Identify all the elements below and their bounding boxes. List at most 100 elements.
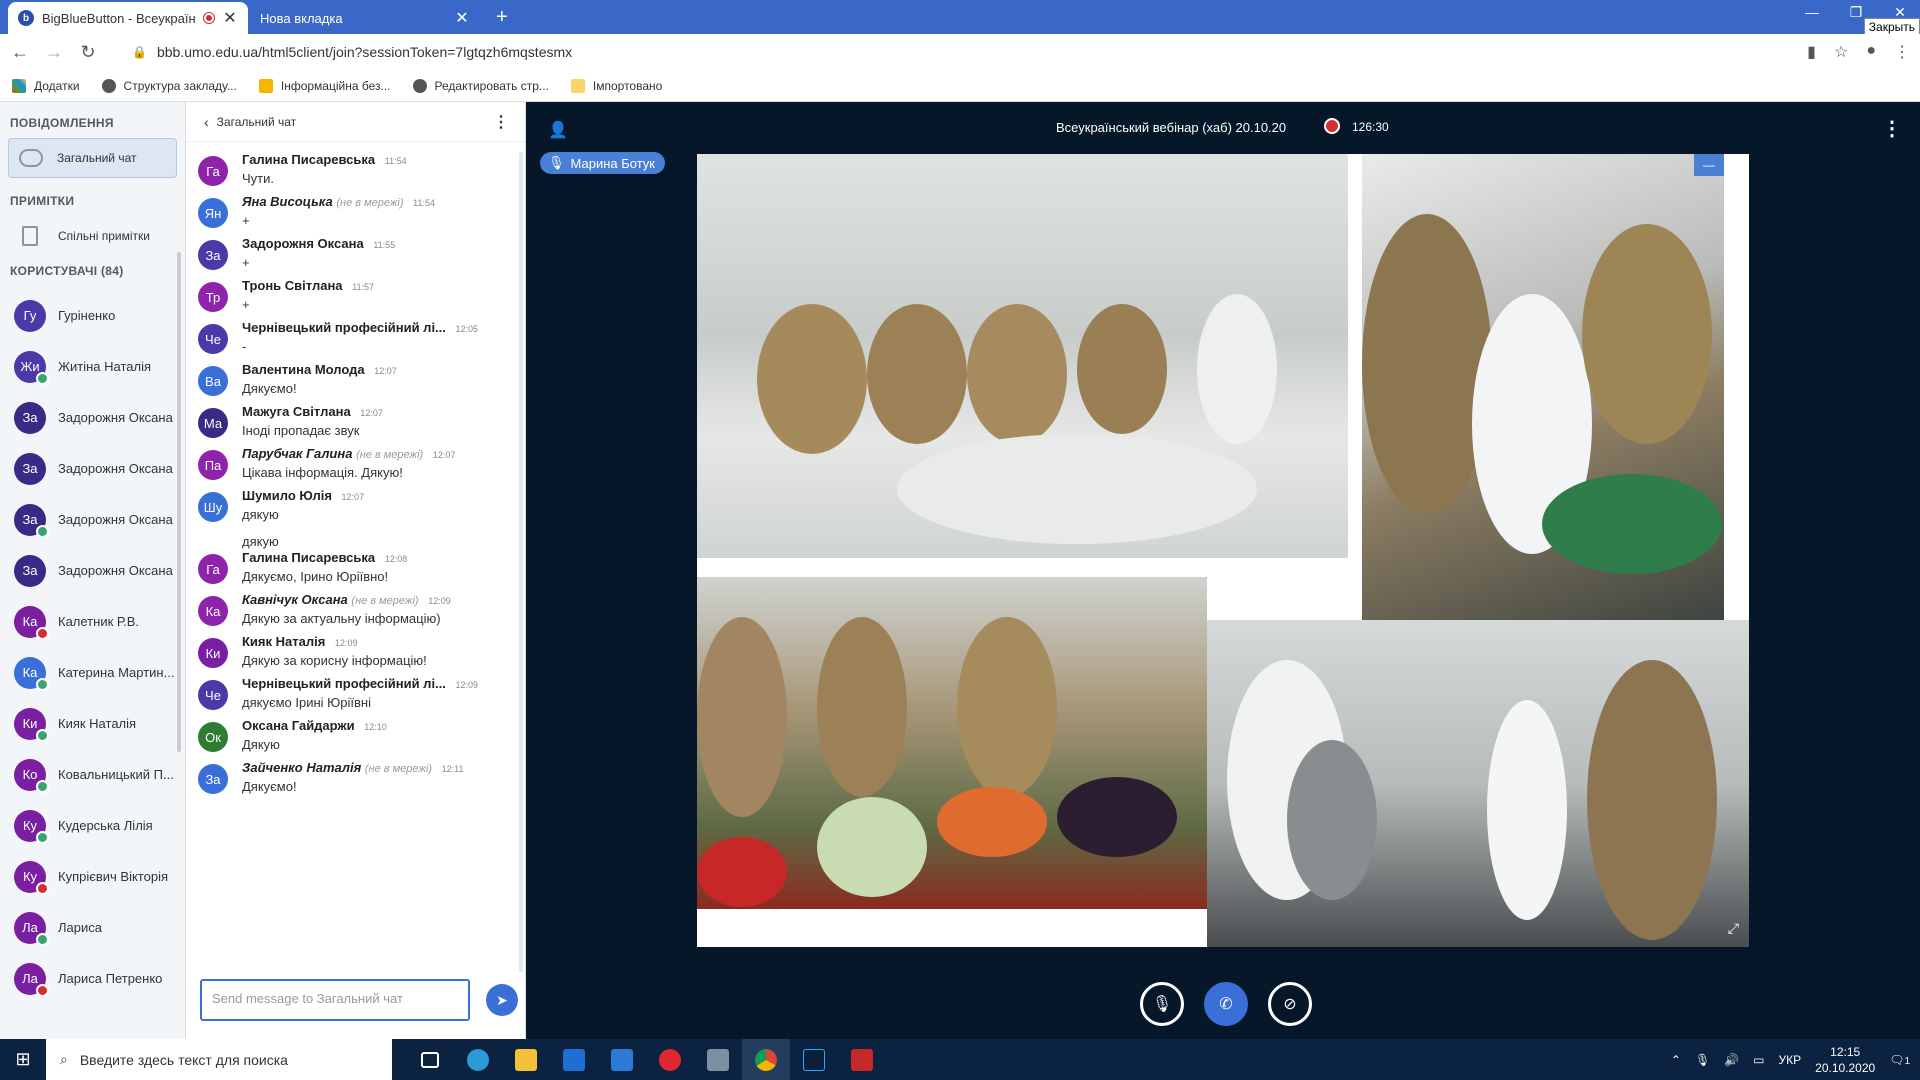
user-row[interactable]: Ко Ковальницький П... xyxy=(0,749,185,800)
chat-scrollbar[interactable] xyxy=(519,152,523,972)
message-text: Іноді пропадає звук xyxy=(242,423,360,438)
menu-icon[interactable]: ⋮ xyxy=(1894,42,1910,62)
network-icon[interactable]: ▭ xyxy=(1753,1053,1764,1067)
avatar: Ва xyxy=(198,366,228,396)
clock[interactable]: 12:15 20.10.2020 xyxy=(1815,1044,1875,1076)
task-view-icon[interactable] xyxy=(406,1039,454,1080)
user-row[interactable]: За Задорожня Оксана xyxy=(0,392,185,443)
avatar: Ка xyxy=(14,656,49,691)
recording-indicator-icon[interactable] xyxy=(1324,118,1340,134)
profile-icon[interactable]: ● xyxy=(1866,42,1876,62)
user-row[interactable]: Ки Кияк Наталія xyxy=(0,698,185,749)
tab-new[interactable]: Нова вкладка ✕ xyxy=(250,2,480,34)
user-row[interactable]: Ку Купрієвич Вікторія xyxy=(0,851,185,902)
user-row[interactable]: За Задорожня Оксана xyxy=(0,545,185,596)
fullscreen-icon[interactable]: ⤢ xyxy=(1728,920,1739,937)
notifications-icon[interactable]: 🗨1 xyxy=(1889,1053,1910,1067)
user-row[interactable]: Ка Калетник Р.В. xyxy=(0,596,185,647)
microphone-tray-icon[interactable]: 🎙 xyxy=(1695,1053,1710,1067)
offline-note: (не в мережі) xyxy=(336,197,404,209)
user-row[interactable]: Ла Лариса xyxy=(0,902,185,953)
message-time: 12:11 xyxy=(441,764,464,774)
chat-header: ‹ Загальний чат ⋮ xyxy=(186,102,525,142)
message-text: Цікава інформація. Дякую! xyxy=(242,465,403,480)
close-tab-icon[interactable]: ✕ xyxy=(222,8,238,28)
tab-title: BigBlueButton - Всеукраїнсь xyxy=(42,10,196,26)
system-tray: ⌃ 🎙 🔊 ▭ УКР 12:15 20.10.2020 🗨1 xyxy=(1671,1039,1910,1080)
session-title: Всеукраїнський вебінар (хаб) 20.10.20 xyxy=(1056,120,1287,135)
user-row[interactable]: За Задорожня Оксана xyxy=(0,443,185,494)
bookmark-item[interactable]: Редактировать стр... xyxy=(412,78,549,93)
photoshop-icon[interactable] xyxy=(790,1039,838,1080)
public-chat-item[interactable]: Загальний чат xyxy=(8,138,177,178)
chat-message: За Зайченко Наталія (не в мережі) 12:11 … xyxy=(186,760,516,794)
avatar: За xyxy=(198,764,228,794)
user-row[interactable]: За Задорожня Оксана xyxy=(0,494,185,545)
message-text: дякуємо Ірині Юріївні xyxy=(242,695,371,710)
bookmark-label: Інформаційна без... xyxy=(280,78,391,93)
app-icon[interactable] xyxy=(838,1039,886,1080)
bigbluebutton-favicon-icon: b xyxy=(18,10,34,26)
url-field[interactable]: 🔒 bbb.umo.edu.ua/html5client/join?sessio… xyxy=(132,44,572,60)
remote-desktop-icon[interactable] xyxy=(694,1039,742,1080)
chat-options-icon[interactable]: ⋮ xyxy=(493,112,509,132)
chat-message: Ма Мажуга Світлана 12:07 Іноді пропадає … xyxy=(186,404,516,438)
user-list-toggle-icon[interactable]: 👤 xyxy=(548,120,568,140)
language-indicator[interactable]: УКР xyxy=(1779,1053,1802,1067)
apps-grid-icon xyxy=(12,78,26,93)
new-tab-icon[interactable]: + xyxy=(496,6,508,29)
leave-audio-button[interactable]: ✆ xyxy=(1204,982,1248,1026)
chrome-icon[interactable] xyxy=(742,1039,790,1080)
user-row[interactable]: Гу Гуріненко xyxy=(0,290,185,341)
user-list-scrollbar[interactable] xyxy=(177,252,181,752)
shared-notes-item[interactable]: Спільні примітки xyxy=(8,216,177,256)
lock-icon: 🔒 xyxy=(132,45,147,59)
share-webcam-button[interactable]: ⊘ xyxy=(1268,982,1312,1026)
user-row[interactable]: Ла Лариса Петренко xyxy=(0,953,185,1004)
bookmark-item[interactable]: Інформаційна без... xyxy=(258,78,391,93)
taskbar-search[interactable]: ⌕ Введите здесь текст для поиска xyxy=(46,1039,392,1080)
bookmark-apps[interactable]: Додатки xyxy=(12,78,80,93)
forward-icon[interactable]: → xyxy=(40,42,68,63)
close-tab-icon[interactable]: ✕ xyxy=(454,8,470,28)
bookmark-label: Структура закладу... xyxy=(123,78,237,93)
tray-arrow-icon[interactable]: ⌃ xyxy=(1671,1053,1681,1067)
sender-name: Яна Висоцька xyxy=(242,194,333,209)
minimize-window-icon[interactable]: — xyxy=(1792,4,1832,20)
tab-bigbluebutton[interactable]: b BigBlueButton - Всеукраїнсь ✕ xyxy=(8,2,248,34)
mail-icon[interactable] xyxy=(598,1039,646,1080)
edge-icon[interactable] xyxy=(454,1039,502,1080)
bookmark-item[interactable]: Структура закладу... xyxy=(101,78,237,93)
user-name: Задорожня Оксана xyxy=(58,512,173,527)
send-icon: ➤ xyxy=(496,991,508,1008)
star-icon[interactable]: ☆ xyxy=(1834,42,1848,62)
avatar: Ка xyxy=(198,596,228,626)
bookmark-folder[interactable]: Імпортовано xyxy=(570,78,662,93)
message-time: 12:09 xyxy=(455,680,479,690)
avatar: Ок xyxy=(198,722,228,752)
chat-message-input[interactable]: Send message to Загальний чат xyxy=(200,979,470,1021)
current-speaker-badge: 🎙 Марина Ботук xyxy=(540,152,665,174)
file-explorer-icon[interactable] xyxy=(502,1039,550,1080)
back-chevron-icon[interactable]: ‹ xyxy=(204,114,209,130)
camera-icon[interactable]: ▮ xyxy=(1807,42,1816,62)
send-message-button[interactable]: ➤ xyxy=(486,984,518,1016)
mute-microphone-button[interactable]: 🎙 xyxy=(1140,982,1184,1026)
user-row[interactable]: Жи Житіна Наталія xyxy=(0,341,185,392)
volume-icon[interactable]: 🔊 xyxy=(1724,1053,1739,1067)
user-row[interactable]: Ку Кудерська Лілія xyxy=(0,800,185,851)
globe-icon xyxy=(101,78,116,93)
presentation-slide[interactable]: — ⤢ xyxy=(697,154,1749,947)
chat-messages: Га Галина Писаревська 11:54 Чути. Ян Яна… xyxy=(186,142,526,972)
notes-heading: ПРИМІТКИ xyxy=(10,194,75,208)
store-icon[interactable] xyxy=(550,1039,598,1080)
message-header: Оксана Гайдаржи 12:10 xyxy=(242,718,387,733)
user-name: Купрієвич Вікторія xyxy=(58,869,169,884)
options-menu-icon[interactable]: ⋮ xyxy=(1882,116,1902,141)
reload-icon[interactable]: ↻ xyxy=(74,42,102,63)
user-row[interactable]: Ка Катерина Мартин... xyxy=(0,647,185,698)
minimize-presentation-button[interactable]: — xyxy=(1694,154,1724,176)
back-icon[interactable]: ← xyxy=(6,42,34,63)
opera-icon[interactable] xyxy=(646,1039,694,1080)
windows-start-icon[interactable]: ⊞ xyxy=(0,1039,46,1080)
